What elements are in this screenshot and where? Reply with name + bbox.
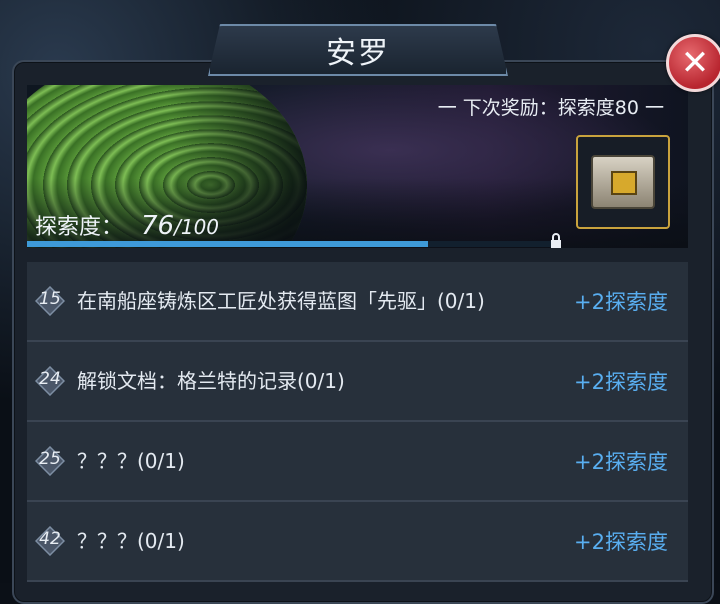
progress-max: /100 <box>174 215 220 239</box>
exploration-progress-bar <box>27 241 555 247</box>
list-item[interactable]: 25 ？？？(0/1) +2探索度 <box>27 422 688 502</box>
task-text: 在南船座铸炼区工匠处获得蓝图「先驱」(0/1) <box>77 289 485 313</box>
task-reward: +2探索度 <box>574 450 668 474</box>
task-number: 25 <box>39 449 61 469</box>
task-number: 15 <box>39 289 61 309</box>
list-item[interactable]: 15 在南船座铸炼区工匠处获得蓝图「先驱」(0/1) +2探索度 <box>27 262 688 342</box>
progress-value: 76 <box>141 211 175 241</box>
progress-label: 探索度： <box>35 215 124 240</box>
task-reward: +2探索度 <box>574 370 668 394</box>
planet-banner: 一 下次奖励：探索度80 一 探索度： 76/100 <box>27 85 688 248</box>
task-text: ？？？(0/1) <box>77 529 185 553</box>
next-reward-label: 一 下次奖励：探索度80 一 <box>437 97 664 119</box>
task-number: 24 <box>39 369 61 389</box>
task-text: 解锁文档：格兰特的记录(0/1) <box>77 369 345 393</box>
page-title: 安罗 <box>326 36 390 71</box>
progress-fill <box>27 241 429 247</box>
close-button[interactable]: ✕ <box>666 34 720 92</box>
task-reward: +2探索度 <box>574 530 668 554</box>
exploration-progress-text: 探索度： 76/100 <box>35 209 219 241</box>
task-number: 42 <box>39 529 61 549</box>
reward-chest-button[interactable] <box>576 135 670 229</box>
close-icon: ✕ <box>680 43 710 83</box>
chest-icon <box>591 155 655 209</box>
task-text: ？？？(0/1) <box>77 449 185 473</box>
list-item[interactable]: 42 ？？？(0/1) +2探索度 <box>27 502 688 582</box>
title-tab: 安罗 <box>208 24 508 76</box>
list-item[interactable]: 24 解锁文档：格兰特的记录(0/1) +2探索度 <box>27 342 688 422</box>
lock-icon <box>551 233 561 248</box>
task-list: 15 在南船座铸炼区工匠处获得蓝图「先驱」(0/1) +2探索度 24 解锁文档… <box>27 262 688 592</box>
task-reward: +2探索度 <box>574 290 668 314</box>
